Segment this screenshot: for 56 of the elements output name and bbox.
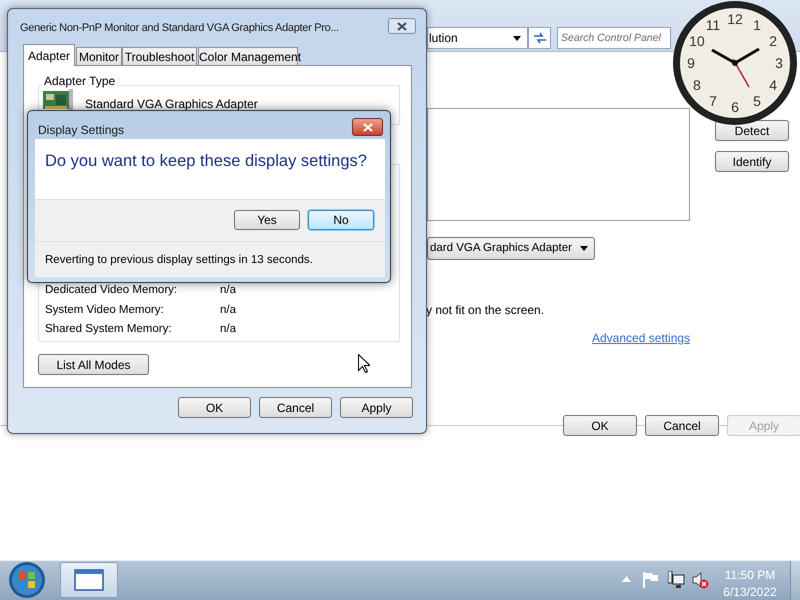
clock-numeral: 2 xyxy=(769,33,777,49)
clock-numeral: 8 xyxy=(693,77,701,93)
clock-numeral: 9 xyxy=(687,55,695,71)
dialog-button[interactable]: No xyxy=(308,210,374,230)
close-icon xyxy=(397,22,407,30)
clock-numeral: 5 xyxy=(753,93,761,110)
memory-value: n/a xyxy=(220,302,236,318)
close-button[interactable] xyxy=(388,18,416,34)
countdown-text: Reverting to previous display settings in 13 seconds. xyxy=(45,253,313,268)
clock-numeral: 10 xyxy=(689,33,705,49)
clock-numeral: 12 xyxy=(727,11,743,27)
dropdown-arrow-icon xyxy=(580,246,588,251)
memory-value: n/a xyxy=(220,322,236,337)
speaker-muted-icon[interactable] xyxy=(692,572,709,589)
window-icon xyxy=(74,569,104,591)
window-title: Generic Non-PnP Monitor and Standard VGA Graphics Adapter Pro... xyxy=(20,21,340,36)
adapter-name: Standard VGA Graphics Adapter xyxy=(85,96,258,113)
dialog-question: Do you want to keep these display settings? xyxy=(45,151,367,172)
mouse-cursor-icon xyxy=(358,354,370,373)
dialog-button[interactable]: Apply xyxy=(340,397,413,418)
taskbar-app-button[interactable] xyxy=(60,562,118,598)
dropdown-arrow-icon xyxy=(513,36,521,40)
graphics-card-icon xyxy=(43,89,74,111)
dialog-button[interactable]: Cancel xyxy=(259,397,332,418)
close-icon xyxy=(362,122,372,132)
clock-numeral: 7 xyxy=(709,93,717,110)
dialog-button[interactable]: Yes xyxy=(234,210,300,230)
dialog-button[interactable]: OK xyxy=(178,397,251,418)
address-text: lution xyxy=(429,30,458,47)
memory-label: Shared System Memory: xyxy=(45,322,172,337)
refresh-button[interactable] xyxy=(528,27,551,49)
network-icon[interactable] xyxy=(668,571,685,589)
identify-button[interactable]: Identify xyxy=(715,151,789,172)
memory-label: System Video Memory: xyxy=(45,302,164,318)
close-button[interactable] xyxy=(352,118,383,136)
list-all-modes-button[interactable]: List All Modes xyxy=(38,354,149,375)
clock-numeral: 1 xyxy=(753,16,761,33)
tab[interactable]: Troubleshoot xyxy=(122,47,197,66)
clock-numeral: 11 xyxy=(706,16,720,33)
clock-numeral: 6 xyxy=(731,99,739,115)
memory-value: n/a xyxy=(220,283,236,298)
memory-label: Dedicated Video Memory: xyxy=(45,283,178,298)
tab[interactable]: Monitor xyxy=(76,47,122,66)
dialog-title: Display Settings xyxy=(38,122,124,139)
dropdown-text: dard VGA Graphics Adapter xyxy=(430,240,572,256)
refresh-icon xyxy=(532,32,546,44)
advanced-settings-link[interactable]: Advanced settings xyxy=(592,329,690,347)
search-field[interactable]: Search Control Panel xyxy=(557,27,671,49)
clock-numeral: 4 xyxy=(769,77,777,93)
dialog-button[interactable]: OK xyxy=(563,415,637,436)
clock-numeral: 3 xyxy=(775,55,783,71)
start-button[interactable] xyxy=(8,561,46,599)
tab[interactable]: Adapter xyxy=(23,44,75,66)
display-dropdown[interactable]: dard VGA Graphics Adapter xyxy=(427,237,595,260)
dialog-button[interactable]: Cancel xyxy=(645,415,719,436)
address-bar[interactable]: lution xyxy=(427,27,528,49)
